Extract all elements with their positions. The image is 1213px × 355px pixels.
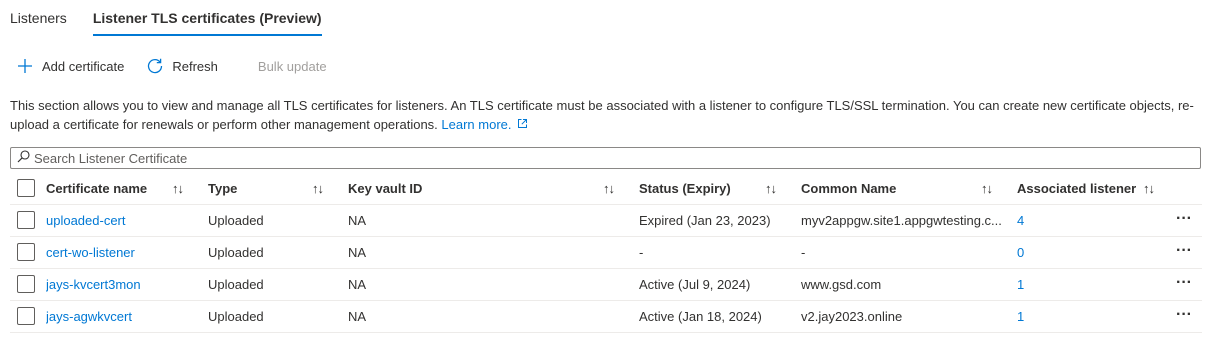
associated-listener-link[interactable]: 4 — [1017, 205, 1147, 237]
sort-icon[interactable]: ↑↓ — [172, 172, 184, 205]
type-cell: Uploaded — [208, 277, 264, 292]
column-header-common-name[interactable]: Common Name — [801, 172, 1003, 205]
type-cell: Uploaded — [208, 309, 264, 324]
more-options-icon[interactable]: ··· — [1173, 269, 1195, 301]
bulk-update-button[interactable]: Bulk update — [258, 54, 327, 78]
tab-bar: Listeners Listener TLS certificates (Pre… — [10, 0, 348, 36]
refresh-icon — [146, 57, 164, 75]
common-name-cell: - — [801, 245, 806, 260]
plus-icon — [16, 57, 34, 75]
common-name-cell: www.gsd.com — [801, 277, 882, 292]
status-cell: Active (Jan 18, 2024) — [639, 309, 762, 324]
associated-listener-link[interactable]: 1 — [1017, 269, 1147, 301]
column-header-key-vault-id[interactable]: Key vault ID — [348, 172, 598, 205]
tab-listeners[interactable]: Listeners — [10, 0, 67, 36]
associated-listener-link[interactable]: 0 — [1017, 237, 1147, 269]
row-checkbox[interactable] — [17, 211, 35, 229]
status-cell: Active (Jul 9, 2024) — [639, 277, 751, 292]
sort-icon[interactable]: ↑↓ — [1143, 172, 1155, 205]
common-name-cell: v2.jay2023.online — [801, 309, 903, 324]
certificate-name-link[interactable]: jays-agwkvcert — [46, 301, 196, 333]
common-name-cell: myv2appgw.site1.appgwtesting.c... — [801, 213, 1002, 228]
tab-listener-tls-certificates[interactable]: Listener TLS certificates (Preview) — [92, 0, 322, 36]
sort-icon[interactable]: ↑↓ — [765, 172, 777, 205]
table-row[interactable]: uploaded-cert Uploaded NA Expired (Jan 2… — [10, 205, 1202, 237]
certificates-table: Certificate name ↑↓ Type ↑↓ Key vault ID… — [10, 172, 1202, 333]
add-certificate-label: Add certificate — [42, 58, 125, 74]
sort-icon[interactable]: ↑↓ — [603, 172, 615, 205]
certificate-name-link[interactable]: cert-wo-listener — [46, 237, 196, 269]
type-cell: Uploaded — [208, 213, 264, 228]
key-vault-id-cell: NA — [348, 309, 367, 324]
certificate-name-link[interactable]: uploaded-cert — [46, 205, 196, 237]
description-text: This section allows you to view and mana… — [10, 98, 1194, 132]
refresh-label: Refresh — [172, 58, 218, 74]
key-vault-id-cell: NA — [348, 213, 367, 228]
select-all-checkbox[interactable] — [17, 179, 35, 197]
table-row[interactable]: jays-kvcert3mon Uploaded NA Active (Jul … — [10, 269, 1202, 301]
search-input[interactable] — [34, 150, 1184, 166]
row-checkbox[interactable] — [17, 275, 35, 293]
key-vault-id-cell: NA — [348, 277, 367, 292]
bulk-update-label: Bulk update — [257, 58, 327, 74]
external-link-icon — [518, 119, 528, 128]
key-vault-id-cell: NA — [348, 245, 367, 260]
more-options-icon[interactable]: ··· — [1173, 301, 1195, 333]
column-header-type[interactable]: Type — [208, 172, 328, 205]
section-description: This section allows you to view and mana… — [10, 96, 1200, 134]
table-row[interactable]: cert-wo-listener Uploaded NA - - 0 ··· — [10, 237, 1202, 269]
search-icon — [17, 150, 30, 166]
more-options-icon[interactable]: ··· — [1173, 205, 1195, 237]
more-options-icon[interactable]: ··· — [1173, 237, 1195, 269]
sort-icon[interactable]: ↑↓ — [981, 172, 993, 205]
table-header: Certificate name ↑↓ Type ↑↓ Key vault ID… — [10, 172, 1202, 205]
column-header-associated-listener[interactable]: Associated listener — [1017, 172, 1147, 205]
row-checkbox[interactable] — [17, 307, 35, 325]
certificate-name-link[interactable]: jays-kvcert3mon — [46, 269, 196, 301]
status-cell: Expired (Jan 23, 2023) — [639, 213, 771, 228]
table-row[interactable]: jays-agwkvcert Uploaded NA Active (Jan 1… — [10, 301, 1202, 333]
toolbar: Add certificate Refresh Bulk update — [16, 54, 349, 78]
sort-icon[interactable]: ↑↓ — [312, 172, 324, 205]
learn-more-link[interactable]: Learn more. — [441, 117, 528, 132]
search-box — [10, 147, 1201, 169]
status-cell: - — [639, 245, 644, 260]
type-cell: Uploaded — [208, 245, 264, 260]
associated-listener-link[interactable]: 1 — [1017, 301, 1147, 333]
row-checkbox[interactable] — [17, 243, 35, 261]
add-certificate-button[interactable]: Add certificate — [16, 54, 124, 78]
refresh-button[interactable]: Refresh — [146, 54, 218, 78]
